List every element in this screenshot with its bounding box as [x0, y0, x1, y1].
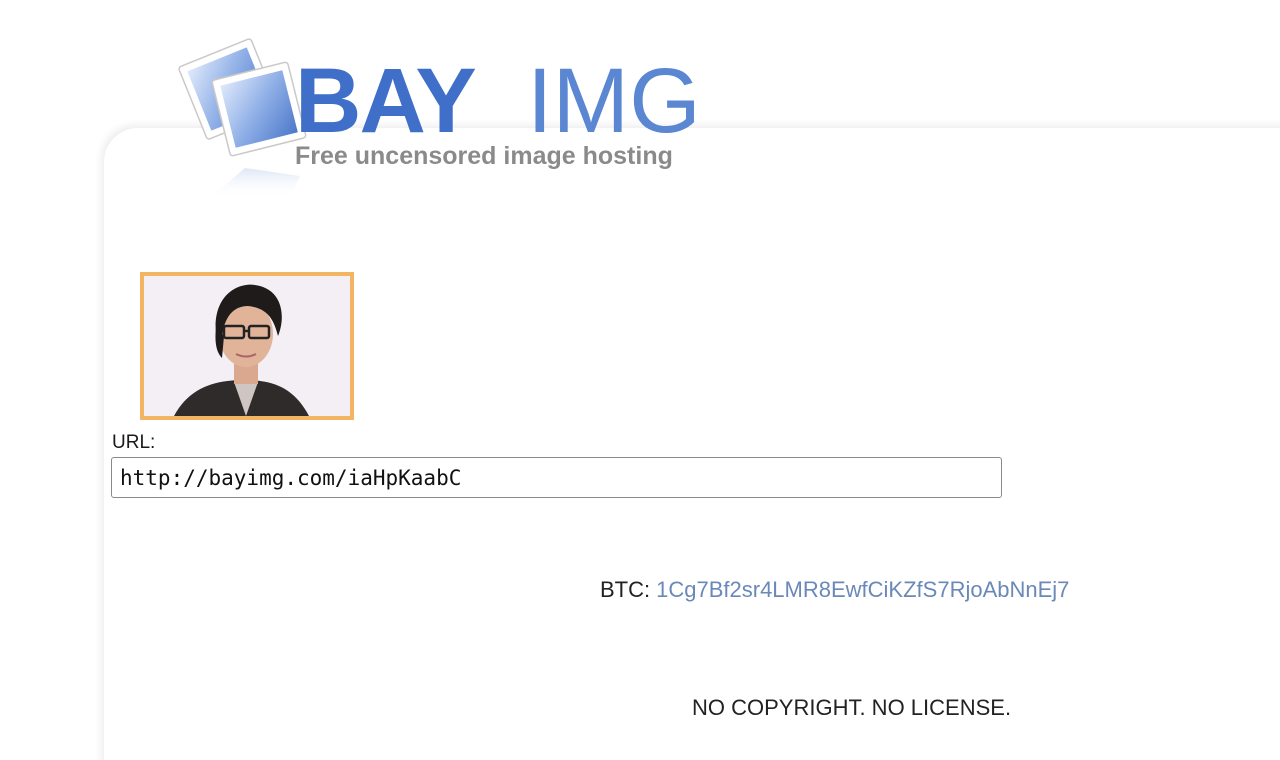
license-notice: NO COPYRIGHT. NO LICENSE. [692, 695, 1012, 720]
photo-stack-icon [178, 38, 307, 198]
btc-address-link[interactable]: 1Cg7Bf2sr4LMR8EwfCiKZfS7RjoAbNnEj7 [656, 577, 1069, 602]
btc-label: BTC: [600, 577, 651, 602]
logo-brand-bold: BAY [295, 50, 475, 152]
url-label: URL: [112, 432, 156, 453]
page: BAY IMG Free uncensored image hosting UR… [0, 0, 1280, 760]
bayimg-logo[interactable]: BAY IMG Free uncensored image hosting [170, 30, 740, 200]
logo-tagline: Free uncensored image hosting [295, 142, 673, 170]
content-panel [104, 128, 1280, 760]
btc-donation: BTC: 1Cg7Bf2sr4LMR8EwfCiKZfS7RjoAbNnEj7 [600, 577, 1069, 603]
logo-brand-light: IMG [527, 50, 701, 152]
logo-graphic: BAY IMG Free uncensored image hosting [178, 38, 701, 198]
portrait-photo-icon [144, 276, 350, 416]
uploaded-image-thumbnail[interactable] [140, 272, 354, 420]
image-url-field[interactable] [111, 457, 1002, 498]
